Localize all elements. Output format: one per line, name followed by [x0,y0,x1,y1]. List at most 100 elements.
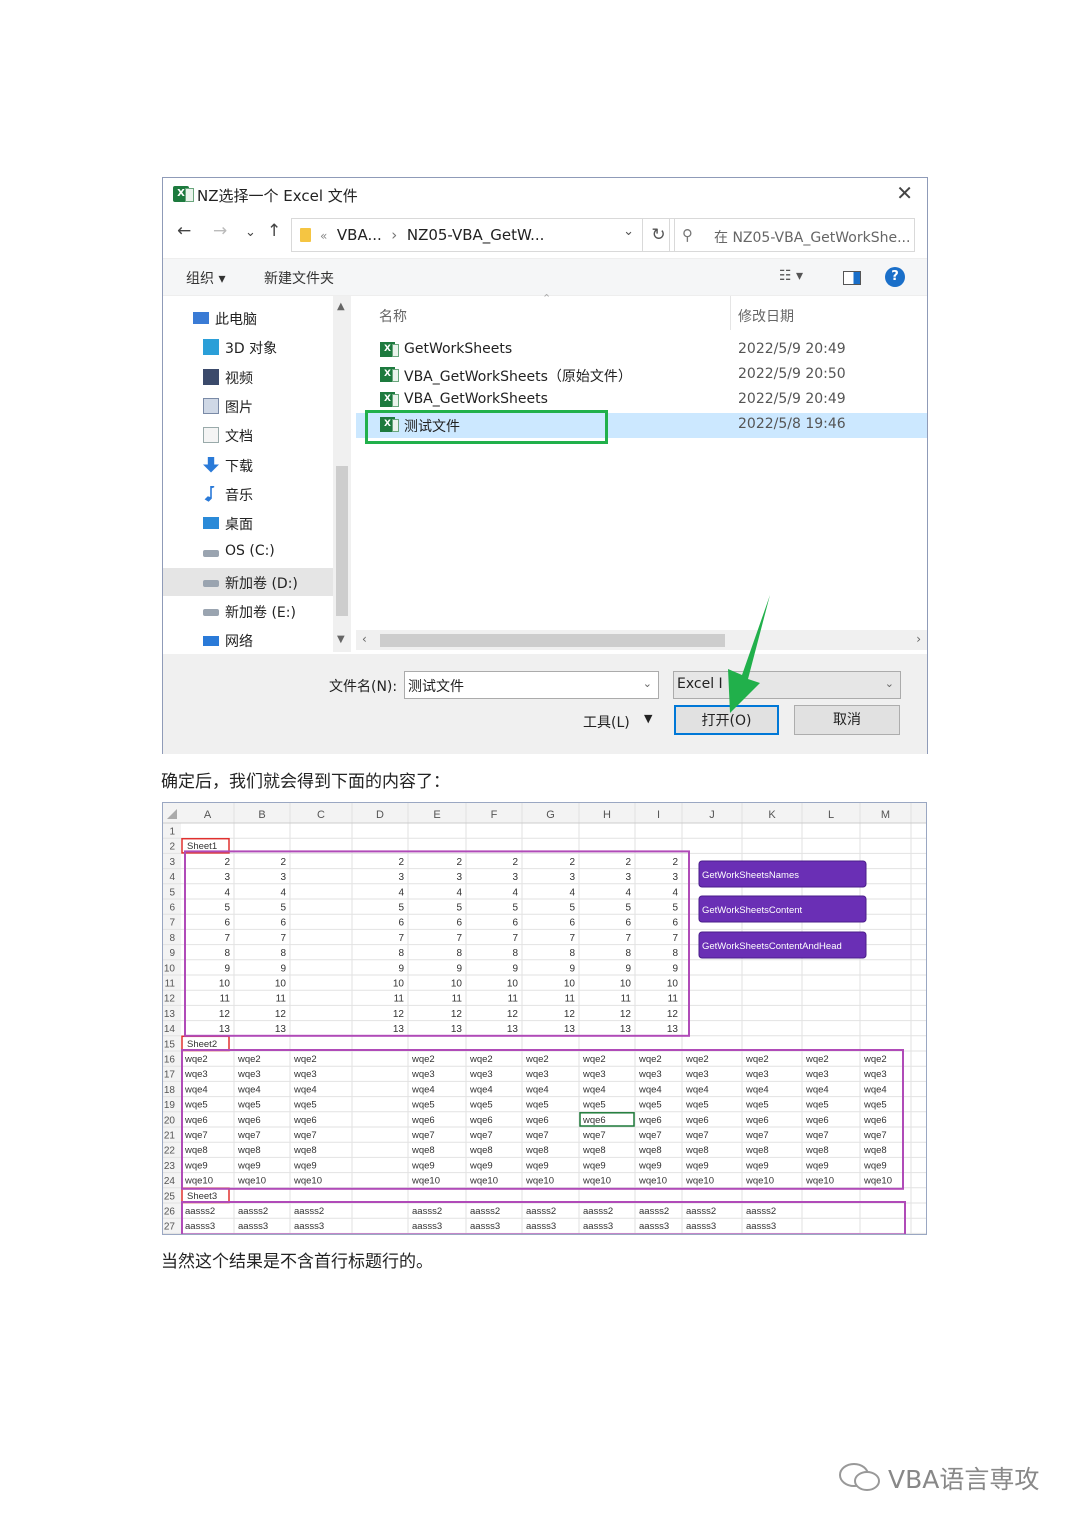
view-options-icon[interactable]: ☷ ▾ [779,268,803,284]
sheet1-cell: 7 [280,933,286,944]
file-date: 2022/5/9 20:49 [738,341,846,357]
search-icon: ⚲ [682,226,693,244]
sidebar-item[interactable]: OS (C:) [163,538,333,566]
sidebar-item[interactable]: 图片 [163,392,333,420]
sheet1-cell: 13 [219,1024,231,1035]
dialog-toolbar: 组织 ▾ 新建文件夹 ☷ ▾ ? [163,258,927,296]
file-row[interactable]: X GetWorkSheets 2022/5/9 20:49 [356,338,927,363]
scrollbar-thumb[interactable] [336,466,348,616]
sidebar-item[interactable]: 下载 [163,451,333,479]
file-open-dialog: X NZ选择一个 Excel 文件 ✕ ← → ⌄ ↑ « VBA... › N… [162,177,928,754]
sheet1-cell: 4 [280,887,286,898]
breadcrumb-overflow[interactable]: « [320,229,327,243]
cancel-button[interactable]: 取消 [794,705,900,735]
row-header-16: 16 [164,1055,176,1066]
breadcrumb-current-folder[interactable]: NZ05-VBA_GetW... [407,226,545,244]
chevron-down-icon[interactable]: ⌄ [885,677,894,690]
sidebar-item-label: 新加卷 (D:) [225,575,298,592]
sheet1-cell: 2 [456,857,462,868]
column-header-name[interactable]: 名称 [379,306,407,326]
sidebar-item[interactable]: 此电脑 [163,304,333,332]
desktop-icon [203,517,219,530]
sidebar-item[interactable]: 桌面 [163,509,333,537]
sheet1-cell: 11 [565,994,576,1005]
breadcrumb-vba[interactable]: VBA... [337,226,382,244]
back-arrow-icon[interactable]: ← [177,221,191,241]
sidebar-item[interactable]: 视频 [163,363,333,391]
horizontal-scrollbar-thumb[interactable] [380,634,725,647]
tools-dropdown-icon[interactable]: ▼ [644,712,652,725]
address-bar[interactable]: « VBA... › NZ05-VBA_GetW... ⌄ [291,218,643,252]
sheet1-cell: 7 [456,933,462,944]
sheet1-cell: 5 [456,903,462,914]
sheet2-cell: wqe3 [745,1069,769,1080]
sheet2-cell: wqe9 [293,1160,317,1171]
address-dropdown-icon[interactable]: ⌄ [623,224,634,239]
download-icon [203,456,219,473]
organize-menu[interactable]: 组织 ▾ [186,268,225,288]
column-divider[interactable] [730,296,731,330]
sheet1-cell: 3 [280,872,286,883]
row-header-11: 11 [165,979,176,990]
up-arrow-icon[interactable]: ↑ [267,221,281,241]
sheet2-cell: wqe3 [685,1069,709,1080]
column-header-date[interactable]: 修改日期 [738,306,794,326]
sheet2-cell: wqe6 [685,1115,709,1126]
sheet2-cell: wqe2 [469,1054,493,1065]
sheet1-cell: 8 [280,948,286,959]
sheet1-cell: 9 [672,963,678,974]
sheet1-cell: 10 [507,979,519,990]
filename-input[interactable]: 测试文件 ⌄ [404,671,659,699]
row-header-10: 10 [164,963,176,974]
file-name: GetWorkSheets [404,341,513,357]
sidebar-item-label: 视频 [225,370,253,387]
file-name: VBA_GetWorkSheets [404,391,548,407]
dialog-title: NZ选择一个 Excel 文件 [197,187,358,205]
row-header-18: 18 [164,1085,176,1096]
close-icon[interactable]: ✕ [896,181,913,205]
sidebar-item[interactable]: 文档 [163,421,333,449]
row-header-24: 24 [164,1176,176,1187]
sidebar-item[interactable]: 音乐 [163,480,333,508]
file-list-scrollbar[interactable]: ‹ › [356,630,927,650]
row-header-23: 23 [164,1161,176,1172]
sidebar-item[interactable]: 3D 对象 [163,333,333,361]
sheet1-cell: 6 [280,918,286,929]
file-list: 名称 ⌃ 修改日期 X GetWorkSheets 2022/5/9 20:49 X V… [356,292,927,652]
scroll-up-icon[interactable]: ▲ [337,301,345,312]
row-header-3: 3 [169,857,175,868]
sheet2-cell: wqe10 [411,1176,440,1187]
chevron-down-icon[interactable]: ⌄ [643,677,652,690]
column-header-l: L [828,809,834,821]
scroll-down-icon[interactable]: ▼ [337,634,345,645]
scroll-right-icon[interactable]: › [916,632,921,646]
watermark: VBA语言専攻 [839,1460,1039,1496]
column-header-k: K [768,809,776,821]
navigation-scrollbar[interactable]: ▲ ▼ [333,296,351,652]
new-folder-button[interactable]: 新建文件夹 [264,268,334,288]
file-row[interactable]: X VBA_GetWorkSheets（原始文件） 2022/5/9 20:50 [356,363,927,388]
help-icon[interactable]: ? [885,267,905,287]
sheet1-frame [184,850,690,1037]
sidebar-item[interactable]: 新加卷 (E:) [163,597,333,625]
file-date: 2022/5/9 20:50 [738,366,846,382]
recent-locations-chevron-icon[interactable]: ⌄ [245,225,256,240]
sheet1-cell: 13 [564,1024,576,1035]
sheet2-cell: wqe5 [745,1100,769,1111]
preview-pane-icon[interactable] [843,271,861,285]
sheet1-cell: 9 [625,963,631,974]
sidebar-item[interactable]: 网络 [163,626,333,652]
sidebar-item[interactable]: 新加卷 (D:) [163,567,333,596]
forward-arrow-icon[interactable]: → [213,221,227,241]
scroll-left-icon[interactable]: ‹ [362,632,367,646]
column-header-bar [163,803,926,823]
sheet1-cell: 12 [451,1009,463,1020]
tools-menu[interactable]: 工具(L) [583,712,630,732]
sheet2-cell: wqe3 [638,1069,662,1080]
sheet1-cell: 5 [398,903,404,914]
sheet2-cell: wqe7 [805,1130,829,1141]
sheet1-cell: 12 [667,1009,679,1020]
sheet2-cell: wqe4 [805,1084,829,1095]
search-box[interactable]: ⚲ 在 NZ05-VBA_GetWorkShe... [669,218,915,252]
row-header-13: 13 [164,1009,176,1020]
